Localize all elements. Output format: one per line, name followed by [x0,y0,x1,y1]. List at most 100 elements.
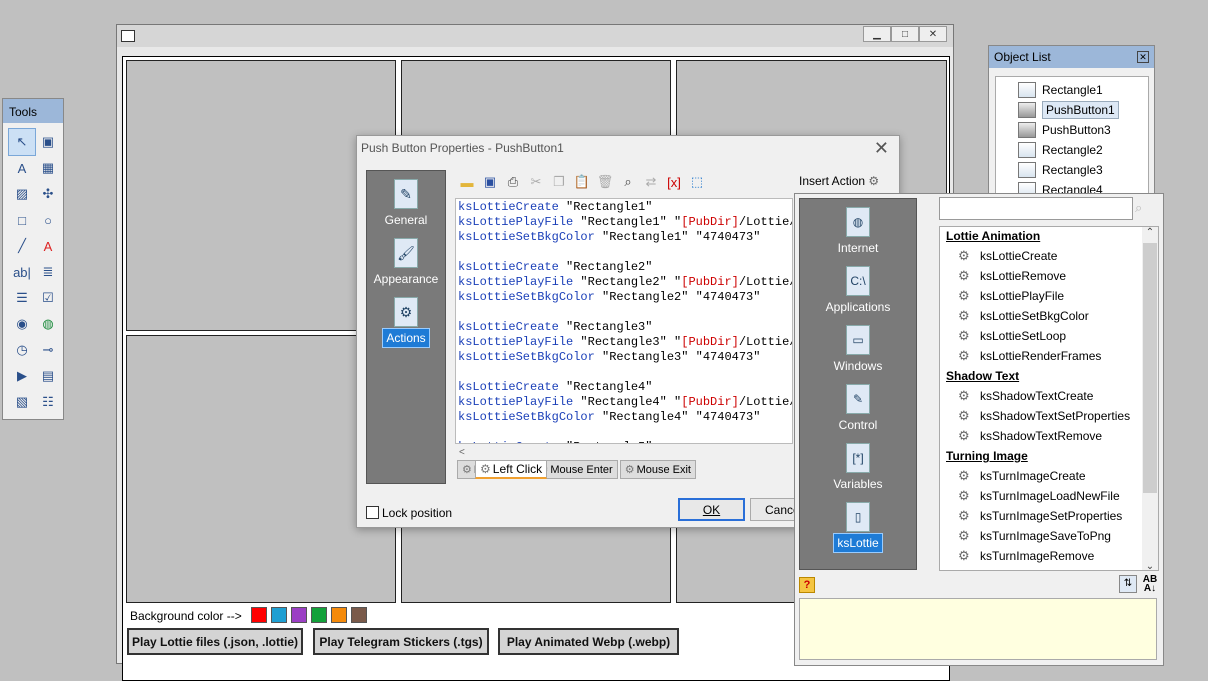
object-list-item[interactable]: PushButton1 [1018,100,1119,120]
object-list-item[interactable]: Rectangle2 [1018,140,1103,160]
minimize-icon[interactable]: ▁ [863,26,891,42]
category-kslottie[interactable]: ▯ ksLottie [800,502,916,553]
image-tool-icon[interactable]: ▨ [9,181,35,207]
action-item[interactable]: ⚙ ksLottieCreate [958,248,1057,264]
replace-icon[interactable]: ⇄ [641,172,661,192]
checkbox-tool-icon[interactable]: ☑ [35,285,61,311]
nav-appearance[interactable]: 🖌 Appearance [367,238,445,286]
memo-tool-icon[interactable]: ≣ [35,259,61,285]
code-token: "Rectangle3" "4740473" [594,350,761,364]
action-item[interactable]: ⚙ ksTurnImageSaveToPng [958,528,1111,544]
alphabet-icon[interactable]: AB A↓ [1141,575,1159,594]
close-icon[interactable]: ✕ [919,26,947,42]
action-group-header: Shadow Text [946,369,1020,383]
code-token: "Rectangle4" " [573,395,682,409]
pointer-tool-icon[interactable]: ↖ [8,128,36,156]
close-icon[interactable]: ✕ [874,138,889,159]
line-tool-icon[interactable]: ╱ [9,233,35,259]
action-item[interactable]: ⚙ ksLottiePlayFile [958,288,1064,304]
clock-tool-icon[interactable]: ◷ [9,337,35,363]
square-tool-icon[interactable]: □ [9,207,35,233]
close-icon[interactable]: ✕ [1137,51,1149,63]
puzzle-tool-icon[interactable]: ✣ [35,181,61,207]
ok-button[interactable]: OK [678,498,745,521]
action-item[interactable]: ⚙ ksTurnImageCreate [958,468,1086,484]
code-line: ksLottieSetBkgColor "Rectangle4" "474047… [458,410,792,425]
list-tool-icon[interactable]: ☰ [9,285,35,311]
pick-object-icon[interactable]: ⬚ [687,172,707,192]
color-swatch[interactable] [251,607,267,623]
cut-icon[interactable]: ✂ [526,172,546,192]
paste-icon[interactable]: 📋 [572,172,592,192]
text-A-tool-icon[interactable]: A [35,233,61,259]
lock-position-label: Lock position [382,506,453,520]
action-item[interactable]: ⚙ ksShadowTextRemove [958,428,1102,444]
action-search-input[interactable] [939,197,1133,220]
sort-icon[interactable]: ⇅ [1119,575,1137,593]
scroll-up-icon[interactable]: ⌃ [1142,227,1158,238]
category-applications[interactable]: C:\ Applications [800,266,916,314]
open-folder-icon[interactable]: ▬ [457,172,477,192]
media-player-tool-icon[interactable]: ▶ [9,363,35,389]
find-icon[interactable]: ⌕ [618,172,638,192]
cancel-button[interactable]: Cancel [750,498,800,521]
save-icon[interactable]: ▣ [480,172,500,192]
editor-horizontal-scrollbar[interactable]: < [455,444,793,458]
color-swatch[interactable] [351,607,367,623]
scroll-down-icon[interactable]: ⌄ [1142,561,1158,570]
action-item[interactable]: ⚙ ksLottieSetBkgColor [958,308,1089,324]
action-item-label: ksLottieCreate [980,249,1058,263]
globe-tool-icon[interactable]: ◍ [35,311,61,337]
text-box-tool-icon[interactable]: A [9,155,35,181]
action-item[interactable]: ⚙ ksTurnImageLoadNewFile [958,488,1120,504]
window-system-icon[interactable] [121,30,135,42]
search-icon[interactable]: ⌕ [1135,200,1142,216]
action-item[interactable]: ⚙ ksShadowTextSetProperties [958,408,1130,424]
color-swatch[interactable] [291,607,307,623]
action-item[interactable]: ⚙ ksLottieSetLoop [958,328,1066,344]
nav-general[interactable]: ✎ General [367,179,445,227]
variable-icon[interactable]: [x] [664,172,684,192]
properties-tool-icon[interactable]: ☷ [35,389,61,415]
category-internet[interactable]: ◍ Internet [800,207,916,255]
film-strip-tool-icon[interactable]: ▤ [35,363,61,389]
nav-actions[interactable]: ⚙ Actions [367,297,445,348]
category-variables[interactable]: [*] Variables [800,443,916,491]
color-swatch[interactable] [311,607,327,623]
help-icon[interactable]: ? [799,577,815,593]
copy-icon[interactable]: ❐ [549,172,569,192]
slider-tool-icon[interactable]: ⊸ [35,337,61,363]
rectangle-tool-icon[interactable]: ▣ [35,129,61,155]
edit-box-tool-icon[interactable]: ab| [9,259,35,285]
delete-icon[interactable]: 🗑 [595,172,615,192]
play-lottie-button[interactable]: Play Lottie files (.json, .lottie) [127,628,303,655]
action-categories: ◍ Internet C:\ Applications ▭ Windows ✎ Control… [799,198,917,570]
tab-mouse-exit[interactable]: ⚙ Mouse Exit [619,460,696,479]
lock-position-checkbox[interactable] [366,506,379,519]
category-windows[interactable]: ▭ Windows [800,325,916,373]
print-icon[interactable]: ⎙ [503,172,523,192]
object-list-item[interactable]: Rectangle3 [1018,160,1103,180]
action-item-label: ksShadowTextCreate [980,389,1094,403]
action-list-scroll-thumb[interactable] [1143,243,1157,493]
play-webp-button[interactable]: Play Animated Webp (.webp) [498,628,679,655]
category-control[interactable]: ✎ Control [800,384,916,432]
play-telegram-button[interactable]: Play Telegram Stickers (.tgs) [313,628,489,655]
action-item[interactable]: ⚙ ksShadowTextCreate [958,388,1093,404]
color-swatch[interactable] [331,607,347,623]
maximize-icon[interactable]: □ [891,26,919,42]
brush-tool-icon[interactable]: ▧ [9,389,35,415]
image-shapes-tool-icon[interactable]: ▦ [35,155,61,181]
circle-tool-icon[interactable]: ○ [35,207,61,233]
object-list-item[interactable]: Rectangle1 [1018,80,1103,100]
action-item[interactable]: ⚙ ksTurnImageRemove [958,548,1094,564]
action-item[interactable]: ⚙ ksLottieRenderFrames [958,348,1101,364]
action-script-editor[interactable]: ksLottieCreate "Rectangle1" ksLottiePlayF… [455,198,793,444]
action-item[interactable]: ⚙ ksTurnImageSetProperties [958,508,1122,524]
radio-tool-icon[interactable]: ◉ [9,311,35,337]
insert-action-button[interactable]: Insert Action ⚙ [799,174,879,188]
object-list-item[interactable]: PushButton3 [1018,120,1111,140]
tab-left-click[interactable]: ⚙ Left Click [475,460,548,479]
action-item[interactable]: ⚙ ksLottieRemove [958,268,1066,284]
color-swatch[interactable] [271,607,287,623]
